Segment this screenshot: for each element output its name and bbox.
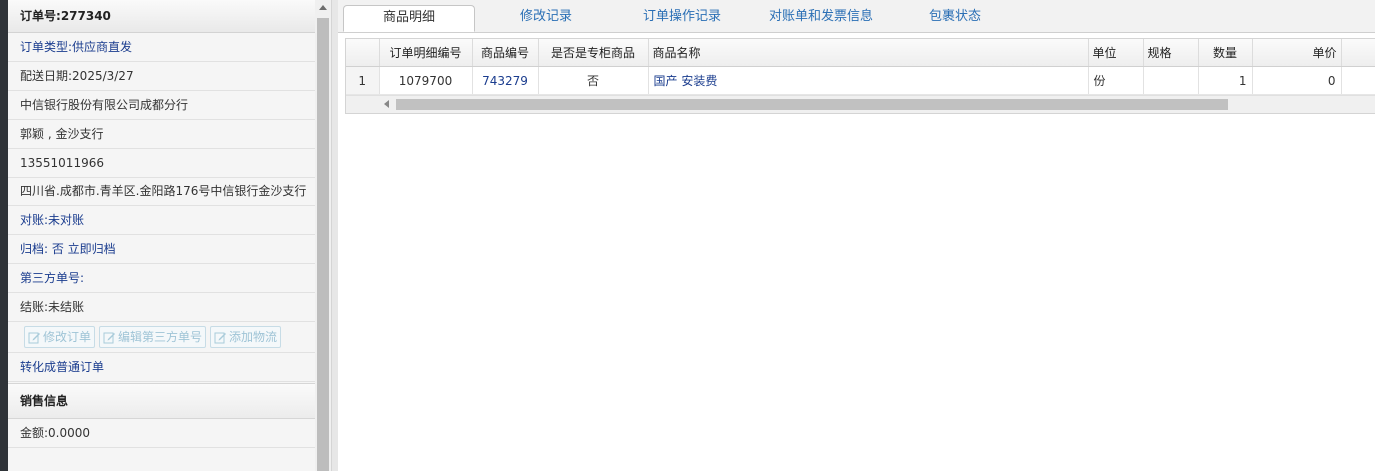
reconcile-status: 对账:未对账 <box>8 206 315 235</box>
customer-contact: 郭颖 , 金沙支行 <box>8 120 315 149</box>
convert-to-normal-order-link[interactable]: 转化成普通订单 <box>8 353 315 382</box>
edit-icon <box>103 332 116 343</box>
customer-address: 四川省.成都市.青羊区.金阳路176号中信银行金沙支行 <box>8 178 315 206</box>
column-header[interactable]: 商品编号 <box>472 39 539 67</box>
tab-order-operation-records[interactable]: 订单操作记录 <box>622 5 742 32</box>
detail-id-cell: 1079700 <box>379 66 473 95</box>
scrollbar-thumb[interactable] <box>396 99 1228 110</box>
detail-area: 商品明细 修改记录 订单操作记录 对账单和发票信息 包裹状态 订单明细编号 商品… <box>338 0 1375 471</box>
column-header[interactable]: 是否是专柜商品 <box>538 39 649 67</box>
product-name-cell[interactable]: 国产 安装费 <box>648 66 1089 95</box>
sales-info-header: 销售信息 <box>8 383 315 419</box>
order-info-panel: 订单号:277340 订单类型:供应商直发 配送日期:2025/3/27 中信银… <box>8 0 315 471</box>
window-edge <box>0 0 8 471</box>
delivery-date: 配送日期:2025/3/27 <box>8 62 315 91</box>
tab-bar: 商品明细 修改记录 订单操作记录 对账单和发票信息 包裹状态 <box>338 0 1375 33</box>
tab-modify-records[interactable]: 修改记录 <box>488 5 604 32</box>
add-logistics-button[interactable]: 添加物流 <box>210 326 282 348</box>
third-party-number: 第三方单号: <box>8 264 315 293</box>
row-number-header <box>346 39 380 67</box>
archive-status[interactable]: 归档: 否 立即归档 <box>8 235 315 264</box>
column-header[interactable]: 数量 <box>1198 39 1253 67</box>
settle-status: 结账:未结账 <box>8 293 315 322</box>
scrollbar-thumb[interactable] <box>317 18 329 471</box>
panel-splitter[interactable] <box>331 0 338 471</box>
modify-order-label: 修改订单 <box>43 330 92 344</box>
product-table: 订单明细编号 商品编号 是否是专柜商品 商品名称 单位 规格 数量 单价 1 1… <box>346 39 1375 95</box>
counter-product-cell: 否 <box>538 66 649 95</box>
edit-icon <box>28 332 40 343</box>
product-grid: 订单明细编号 商品编号 是否是专柜商品 商品名称 单位 规格 数量 单价 1 1… <box>345 38 1375 114</box>
unit-price-cell: 0 <box>1252 66 1342 95</box>
order-number-label: 订单号: <box>20 9 61 23</box>
edit-third-party-button[interactable]: 编辑第三方单号 <box>99 326 207 348</box>
sales-amount: 金额:0.0000 <box>8 419 315 448</box>
unit-cell: 份 <box>1088 66 1144 95</box>
tab-statement-invoice[interactable]: 对账单和发票信息 <box>756 5 886 32</box>
product-id-cell[interactable]: 743279 <box>472 66 539 95</box>
tab-product-details[interactable]: 商品明细 <box>343 5 475 32</box>
column-header-filler <box>1341 39 1375 67</box>
add-logistics-label: 添加物流 <box>229 330 278 344</box>
row-number: 1 <box>346 66 380 95</box>
modify-order-button[interactable]: 修改订单 <box>24 326 96 348</box>
customer-phone: 13551011966 <box>8 149 315 178</box>
customer-company: 中信银行股份有限公司成都分行 <box>8 91 315 120</box>
table-header-row: 订单明细编号 商品编号 是否是专柜商品 商品名称 单位 规格 数量 单价 <box>346 39 1375 67</box>
order-type: 订单类型:供应商直发 <box>8 33 315 62</box>
tab-package-status[interactable]: 包裹状态 <box>908 5 1002 32</box>
edit-icon <box>214 332 227 343</box>
edit-third-party-label: 编辑第三方单号 <box>118 330 203 344</box>
spec-cell <box>1143 66 1199 95</box>
column-header[interactable]: 单位 <box>1088 39 1144 67</box>
filler-cell <box>1341 66 1375 95</box>
order-actions: 修改订单 编辑第三方单号 添加物流 <box>8 322 315 353</box>
column-header[interactable]: 单价 <box>1252 39 1342 67</box>
column-header[interactable]: 规格 <box>1143 39 1199 67</box>
column-header[interactable]: 订单明细编号 <box>379 39 473 67</box>
column-header[interactable]: 商品名称 <box>648 39 1089 67</box>
order-number-header: 订单号:277340 <box>8 0 315 33</box>
left-panel-scrollbar[interactable] <box>315 0 331 471</box>
scroll-arrow-left-icon[interactable] <box>384 100 389 108</box>
grid-horizontal-scrollbar[interactable] <box>346 95 1375 113</box>
table-row[interactable]: 1 1079700 743279 否 国产 安装费 份 1 0 <box>346 66 1375 95</box>
order-number: 277340 <box>60 9 111 23</box>
quantity-cell: 1 <box>1198 66 1253 95</box>
scroll-arrow-up-icon[interactable] <box>319 5 327 10</box>
